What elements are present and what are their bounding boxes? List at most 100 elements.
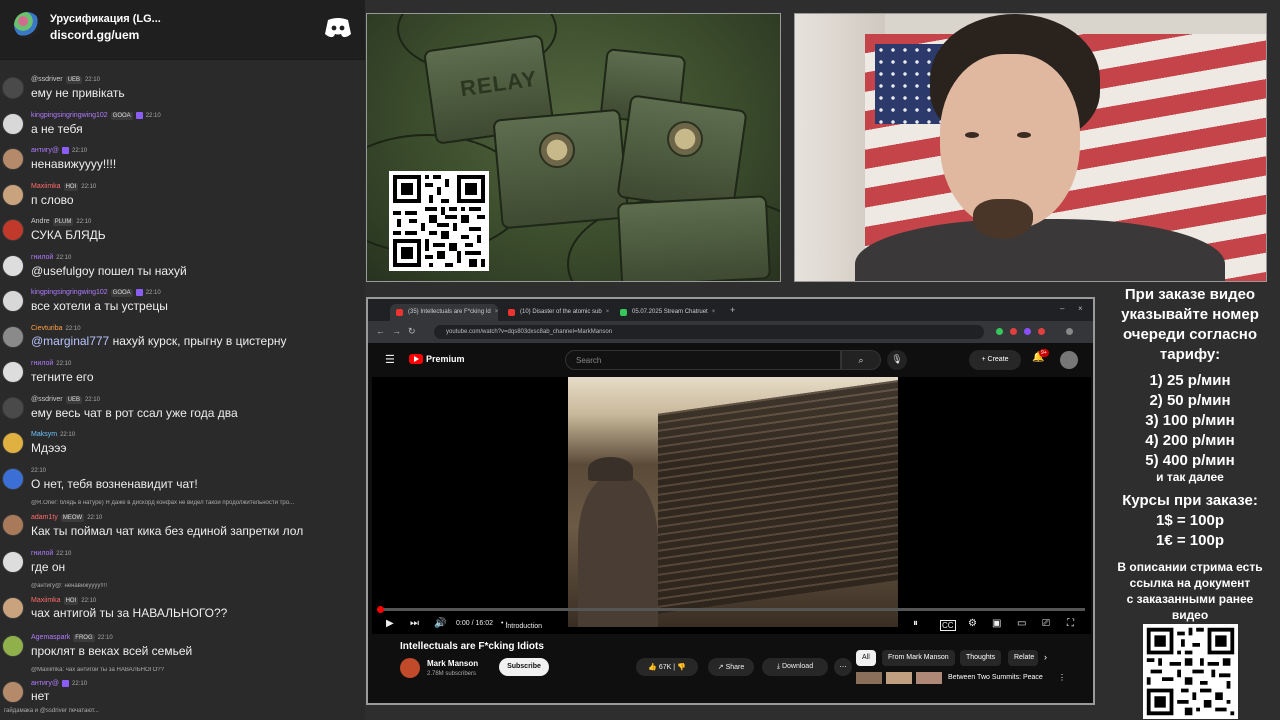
chapter-name: Introduction bbox=[505, 623, 542, 630]
voice-search-button[interactable]: 🎙 bbox=[887, 350, 907, 370]
scrubber-handle[interactable] bbox=[377, 606, 384, 613]
theater-icon[interactable]: ▭ bbox=[1017, 618, 1026, 629]
url-field[interactable]: youtube.com/watch?v=dqs803dxsc8ab_channe… bbox=[434, 325, 984, 339]
search-input[interactable]: Search bbox=[565, 350, 841, 370]
message-text: @marginal777 нахуй курск, прыгну в цисте… bbox=[31, 334, 287, 348]
badge: GOOA bbox=[110, 288, 133, 297]
chapter-label[interactable]: • Introduction › bbox=[501, 620, 542, 630]
close-icon[interactable]: × bbox=[495, 309, 498, 315]
tariff-more: и так далее bbox=[1156, 470, 1224, 484]
message-text: п слово bbox=[31, 193, 74, 207]
browser-tab[interactable]: 05.07.2025 Stream Chatruet × bbox=[614, 304, 724, 321]
progress-bar[interactable] bbox=[377, 606, 1085, 613]
stream-layout: Урусификация (LG... discord.gg/uem @ssdr… bbox=[0, 0, 1280, 720]
tab-label: 05.07.2025 Stream Chatruet bbox=[632, 309, 708, 315]
message-meta: антигу@ 22:10 bbox=[31, 145, 87, 156]
timestamp: 22:10 bbox=[84, 76, 100, 83]
brand-label[interactable]: Premium bbox=[426, 354, 465, 364]
desc-line: ссылка на документ bbox=[1129, 576, 1251, 590]
message-meta: гнилой 22:10 bbox=[31, 252, 71, 263]
message-text: все хотели а ты устрецы bbox=[31, 299, 168, 313]
subscriber-icon bbox=[62, 147, 70, 154]
channel-avatar[interactable] bbox=[400, 658, 420, 678]
create-button[interactable]: + Create bbox=[969, 350, 1021, 370]
search-button[interactable]: ⌕ bbox=[841, 350, 881, 370]
browser-tab[interactable]: (35) Intellectuals are F*cking Id × bbox=[390, 304, 498, 321]
badge: FROG bbox=[73, 633, 95, 642]
youtube-icon bbox=[508, 309, 515, 316]
time-display: 0:00 / 16:02 bbox=[456, 620, 493, 627]
extension-icon[interactable] bbox=[1010, 328, 1017, 335]
extension-icon[interactable] bbox=[1038, 328, 1045, 335]
chip-thoughts[interactable]: Thoughts bbox=[960, 650, 1002, 666]
video-player[interactable]: ▶ ⏭ 🔊 0:00 / 16:02 • Introduction › ⏸ CC… bbox=[372, 377, 1091, 634]
message-meta: Agemaspark FROG 22:10 bbox=[31, 632, 113, 643]
reply-preview: @антигу@: ненавижуууу!!!! bbox=[31, 583, 108, 589]
avatar bbox=[2, 681, 24, 703]
kebab-menu-icon[interactable]: ⋮ bbox=[1058, 673, 1066, 682]
man-figure bbox=[578, 477, 658, 627]
recommended-video[interactable]: Between Two Summits: Peace ⋮ bbox=[856, 672, 1066, 686]
avatar bbox=[2, 361, 24, 383]
cast-icon[interactable]: ⎚ bbox=[1042, 618, 1050, 629]
extension-icon[interactable] bbox=[996, 328, 1003, 335]
close-icon[interactable]: × bbox=[712, 309, 716, 315]
close-icon[interactable]: × bbox=[606, 309, 610, 315]
avatar bbox=[2, 597, 24, 619]
timestamp: 22:10 bbox=[81, 183, 97, 190]
profile-icon[interactable] bbox=[1066, 328, 1073, 335]
timestamp: 22:10 bbox=[56, 360, 72, 367]
avatar bbox=[2, 219, 24, 241]
chip-from-channel[interactable]: From Mark Manson bbox=[882, 650, 955, 666]
next-icon[interactable]: ⏭ bbox=[410, 618, 419, 629]
avatar bbox=[2, 514, 24, 536]
chip-all[interactable]: All bbox=[856, 650, 876, 666]
nickname: Agemaspark bbox=[31, 634, 71, 641]
qr-code-icon bbox=[1143, 624, 1238, 719]
channel-name[interactable]: Mark Manson bbox=[427, 659, 478, 668]
play-icon[interactable]: ▶ bbox=[386, 618, 394, 629]
youtube-logo-icon[interactable] bbox=[409, 354, 423, 364]
message-meta: гнилой 22:10 bbox=[31, 548, 71, 559]
miniplayer-icon[interactable]: ▣ bbox=[992, 618, 1001, 629]
subscribe-button[interactable]: Subscribe bbox=[499, 658, 549, 676]
menu-icon[interactable]: ☰ bbox=[385, 353, 395, 366]
captions-icon[interactable]: CC bbox=[940, 620, 956, 631]
close-window-icon[interactable]: × bbox=[1078, 304, 1083, 313]
browser-tab[interactable]: (10) Disaster of the atomic sub × bbox=[502, 304, 612, 321]
back-icon[interactable]: ← bbox=[376, 326, 385, 336]
new-tab-icon[interactable]: + bbox=[730, 305, 735, 315]
message-meta: Maksym 22:10 bbox=[31, 429, 75, 440]
qr-code-icon bbox=[389, 171, 489, 271]
mic-icon: 🎙 bbox=[891, 354, 903, 364]
share-button[interactable]: ↗ Share bbox=[708, 658, 754, 676]
youtube-icon bbox=[396, 309, 403, 316]
video-frame[interactable] bbox=[568, 377, 898, 627]
reload-icon[interactable]: ↻ bbox=[408, 326, 416, 337]
extension-icon[interactable] bbox=[1024, 328, 1031, 335]
more-actions-button[interactable]: ⋯ bbox=[834, 658, 852, 676]
discord-invite[interactable]: discord.gg/uem bbox=[50, 28, 139, 42]
fullscreen-icon[interactable]: ⛶ bbox=[1067, 618, 1074, 629]
tariff-line: 2) 50 р/мин bbox=[1149, 392, 1231, 409]
download-icon: ⤓ bbox=[776, 663, 780, 670]
autoplay-toggle-icon[interactable]: ⏸ bbox=[913, 618, 918, 629]
message-meta: антигу@ 22:10 bbox=[31, 678, 87, 689]
mention[interactable]: @marginal777 bbox=[31, 334, 109, 348]
minimize-icon[interactable]: – bbox=[1060, 304, 1064, 313]
discord-widget[interactable]: Урусификация (LG... discord.gg/uem bbox=[0, 0, 365, 60]
youtube-header: ☰ Premium Search ⌕ 🎙 + Create 🔔 9+ bbox=[368, 343, 1093, 377]
forward-icon[interactable]: → bbox=[392, 326, 401, 336]
nickname: антигу@ bbox=[31, 147, 60, 154]
avatar[interactable] bbox=[1060, 351, 1078, 369]
reply-preview: @R.Oner: блядь в натуре) Я даже в дискор… bbox=[31, 500, 295, 506]
like-dislike-button[interactable]: 👍 67K | 👎 bbox=[636, 658, 698, 676]
rates-title: Курсы при заказе: bbox=[1122, 492, 1258, 509]
download-button[interactable]: ⤓ Download bbox=[762, 658, 828, 676]
discord-logo-icon bbox=[325, 18, 351, 38]
chip-related[interactable]: Relate bbox=[1008, 650, 1038, 666]
nickname: гнилой bbox=[31, 254, 54, 261]
volume-icon[interactable]: 🔊 bbox=[434, 618, 446, 629]
settings-icon[interactable]: ⚙ bbox=[968, 618, 977, 629]
chevron-right-icon[interactable]: › bbox=[1044, 652, 1047, 662]
